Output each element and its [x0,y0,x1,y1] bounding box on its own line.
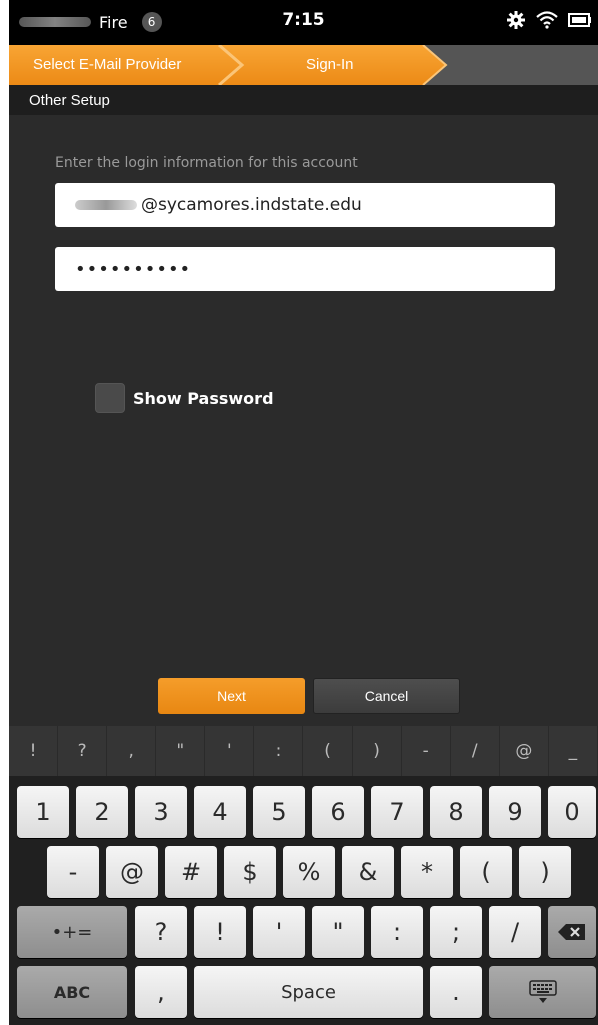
symbol-key[interactable]: " [156,726,206,776]
symbol-key[interactable]: - [402,726,451,776]
symbol-suggestion-bar: ! ? , " ' : ( ) - / @ _ [9,726,598,776]
key-dollar[interactable]: $ [224,846,276,898]
key-1[interactable]: 1 [17,786,69,838]
page-title: Other Setup [29,92,110,109]
key-ampersand[interactable]: & [342,846,394,898]
login-instruction: Enter the login information for this acc… [55,155,358,171]
key-colon[interactable]: : [371,906,423,958]
key-left-paren[interactable]: ( [460,846,512,898]
key-0[interactable]: 0 [548,786,596,838]
redacted-email-username [75,200,137,210]
backspace-icon [558,924,585,940]
symbol-key[interactable]: : [254,726,304,776]
key-period[interactable]: . [430,966,482,1018]
key-5[interactable]: 5 [253,786,305,838]
key-exclaim[interactable]: ! [194,906,246,958]
symbol-key[interactable]: _ [549,726,598,776]
symbol-key[interactable]: / [451,726,500,776]
key-hide-keyboard[interactable] [489,966,596,1018]
show-password-checkbox[interactable] [95,383,125,413]
battery-icon[interactable] [568,12,592,28]
next-button[interactable]: Next [158,678,305,714]
key-3[interactable]: 3 [135,786,187,838]
key-apostrophe[interactable]: ' [253,906,305,958]
settings-gear-icon[interactable] [506,10,526,30]
key-slash[interactable]: / [489,906,541,958]
key-backspace[interactable] [548,906,596,958]
key-2[interactable]: 2 [76,786,128,838]
wifi-icon[interactable] [536,11,558,29]
key-question[interactable]: ? [135,906,187,958]
page-header: Other Setup [9,85,598,115]
key-4[interactable]: 4 [194,786,246,838]
key-dash[interactable]: - [47,846,99,898]
email-domain-text: @sycamores.indstate.edu [141,195,362,215]
key-semicolon[interactable]: ; [430,906,482,958]
show-password-label[interactable]: Show Password [133,389,274,408]
setup-breadcrumb: Select E-Mail Provider Sign-In [9,45,598,85]
key-space[interactable]: Space [194,966,423,1018]
email-field[interactable]: @sycamores.indstate.edu [55,183,555,227]
key-at[interactable]: @ [106,846,158,898]
symbol-key[interactable]: @ [500,726,549,776]
password-field[interactable]: •••••••••• [55,247,555,291]
key-hash[interactable]: # [165,846,217,898]
app-screen: Fire 6 7:15 Select E-Mail Provider Sign-… [9,0,598,1025]
onscreen-keyboard: 1 2 3 4 5 6 7 8 9 0 - @ # $ % & * ( ) •+… [9,776,598,1025]
key-right-paren[interactable]: ) [519,846,571,898]
key-6[interactable]: 6 [312,786,364,838]
status-icons [506,10,592,30]
breadcrumb-step-provider[interactable]: Select E-Mail Provider [33,45,181,85]
key-7[interactable]: 7 [371,786,423,838]
key-symbols-mode[interactable]: •+= [17,906,127,958]
key-asterisk[interactable]: * [401,846,453,898]
symbol-key[interactable]: ) [353,726,402,776]
show-password-row[interactable]: Show Password [95,383,274,413]
symbol-key[interactable]: , [107,726,157,776]
symbol-key[interactable]: ( [303,726,353,776]
key-8[interactable]: 8 [430,786,482,838]
breadcrumb-step-signin: Sign-In [306,56,354,73]
symbol-key[interactable]: ? [58,726,108,776]
hide-keyboard-icon [528,980,557,1003]
status-bar: Fire 6 7:15 [9,0,598,45]
key-percent[interactable]: % [283,846,335,898]
password-mask: •••••••••• [75,258,192,280]
key-abc[interactable]: ABC [17,966,127,1018]
symbol-key[interactable]: ! [9,726,59,776]
key-9[interactable]: 9 [489,786,541,838]
symbol-key[interactable]: ' [205,726,255,776]
key-quote[interactable]: " [312,906,364,958]
cancel-button[interactable]: Cancel [313,678,460,714]
key-comma[interactable]: , [135,966,187,1018]
